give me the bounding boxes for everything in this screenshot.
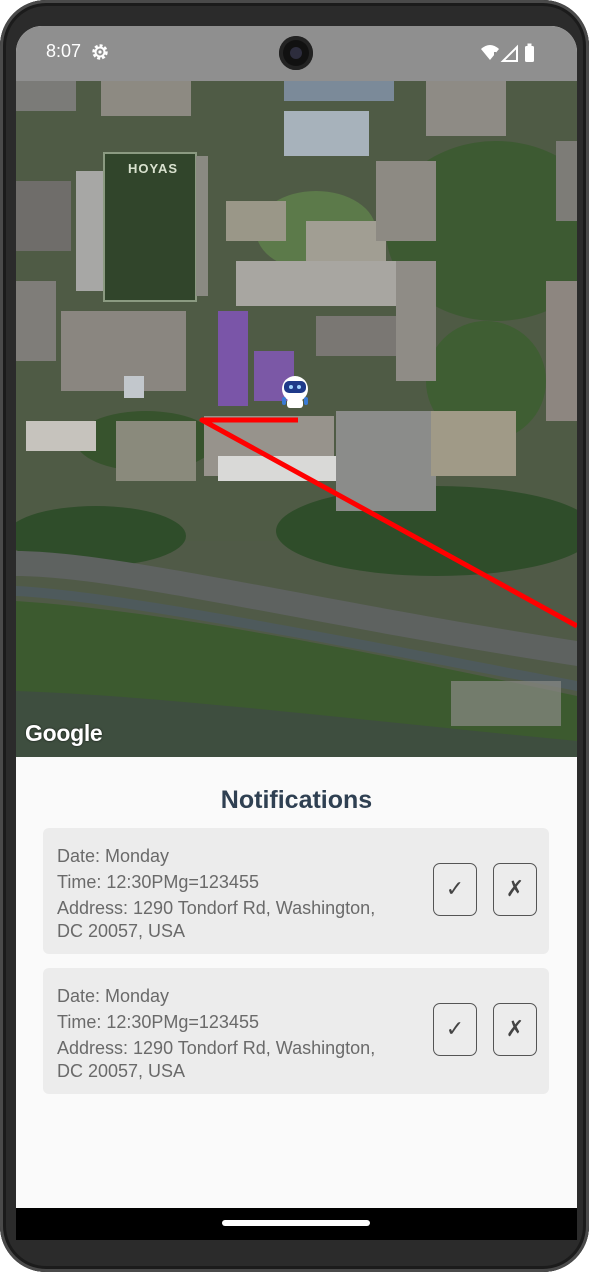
accept-button[interactable]: ✓ [433, 1003, 477, 1056]
google-logo: Google [25, 720, 103, 746]
status-icons [481, 43, 534, 62]
robot-marker-icon [282, 376, 308, 408]
notification-card: Date: Monday Time: 12:30PMg=123455 Addre… [43, 968, 549, 1094]
gear-icon [92, 44, 108, 60]
notification-address: Address: 1290 Tondorf Rd, Washington, DC… [57, 898, 376, 941]
notification-address: Address: 1290 Tondorf Rd, Washington, DC… [57, 1038, 376, 1081]
map-imagery [16, 81, 577, 757]
status-time: 8:07 [46, 41, 82, 61]
wifi-icon [481, 45, 499, 60]
notifications-title: Notifications [220, 786, 373, 814]
notification-time: Time: 12:30PMg=123455 [57, 1012, 259, 1032]
notification-date: Date: Monday [57, 986, 170, 1006]
status-bar: 8:07 [16, 26, 577, 81]
notification-time: Time: 12:30PMg=123455 [57, 872, 259, 892]
camera-icon [279, 36, 313, 70]
notification-date: Date: Monday [57, 846, 170, 866]
satellite-map[interactable]: HOYAS Google [16, 81, 577, 757]
accept-button[interactable]: ✓ [433, 863, 477, 916]
home-indicator[interactable] [222, 1220, 370, 1226]
signal-icon [500, 44, 518, 62]
reject-button[interactable]: ✗ [493, 1003, 537, 1056]
reject-button[interactable]: ✗ [493, 863, 537, 916]
notification-card: Date: Monday Time: 12:30PMg=123455 Addre… [43, 828, 549, 954]
field-label: HOYAS [128, 161, 179, 176]
screen: 8:07 HOYAS Google Notifications Date: Mo… [16, 26, 577, 1240]
battery-icon [525, 43, 534, 62]
navigation-bar [16, 1208, 577, 1240]
